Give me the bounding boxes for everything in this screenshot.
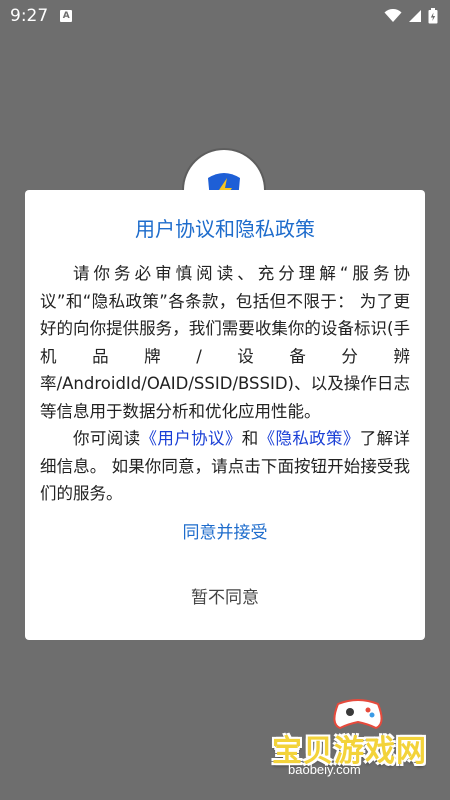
- privacy-dialog: 用户协议和隐私政策 请你务必审慎阅读、充分理解“服务协议”和“隐私政策”各条款，…: [25, 190, 425, 640]
- status-time: 9:27: [10, 6, 49, 26]
- paragraph-2-and: 和: [241, 429, 259, 448]
- dialog-paragraph-1: 请你务必审慎阅读、充分理解“服务协议”和“隐私政策”各条款，包括但不限于： 为了…: [40, 264, 410, 421]
- battery-icon: [428, 8, 438, 24]
- watermark: 宝贝游戏网 baobeiy.com: [268, 690, 448, 790]
- disagree-button[interactable]: 暂不同意: [25, 585, 425, 611]
- paragraph-2-prefix: 你可阅读: [73, 429, 141, 448]
- dialog-body: 请你务必审慎阅读、充分理解“服务协议”和“隐私政策”各条款，包括但不限于： 为了…: [40, 260, 410, 508]
- signal-icon: [409, 10, 421, 22]
- watermark-url: baobeiy.com: [288, 762, 361, 777]
- status-bar: 9:27 A: [0, 0, 450, 32]
- user-agreement-link[interactable]: 《用户协议》: [140, 429, 241, 448]
- agree-button[interactable]: 同意并接受: [25, 520, 425, 546]
- notification-icon: A: [60, 10, 73, 22]
- wifi-icon: [384, 9, 402, 22]
- status-icons: [384, 8, 438, 24]
- dialog-title: 用户协议和隐私政策: [135, 217, 315, 241]
- privacy-policy-link[interactable]: 《隐私政策》: [259, 429, 360, 448]
- dialog-paragraph-2: 你可阅读《用户协议》和《隐私政策》了解详细信息。 如果你同意，请点击下面按钮开始…: [40, 425, 410, 508]
